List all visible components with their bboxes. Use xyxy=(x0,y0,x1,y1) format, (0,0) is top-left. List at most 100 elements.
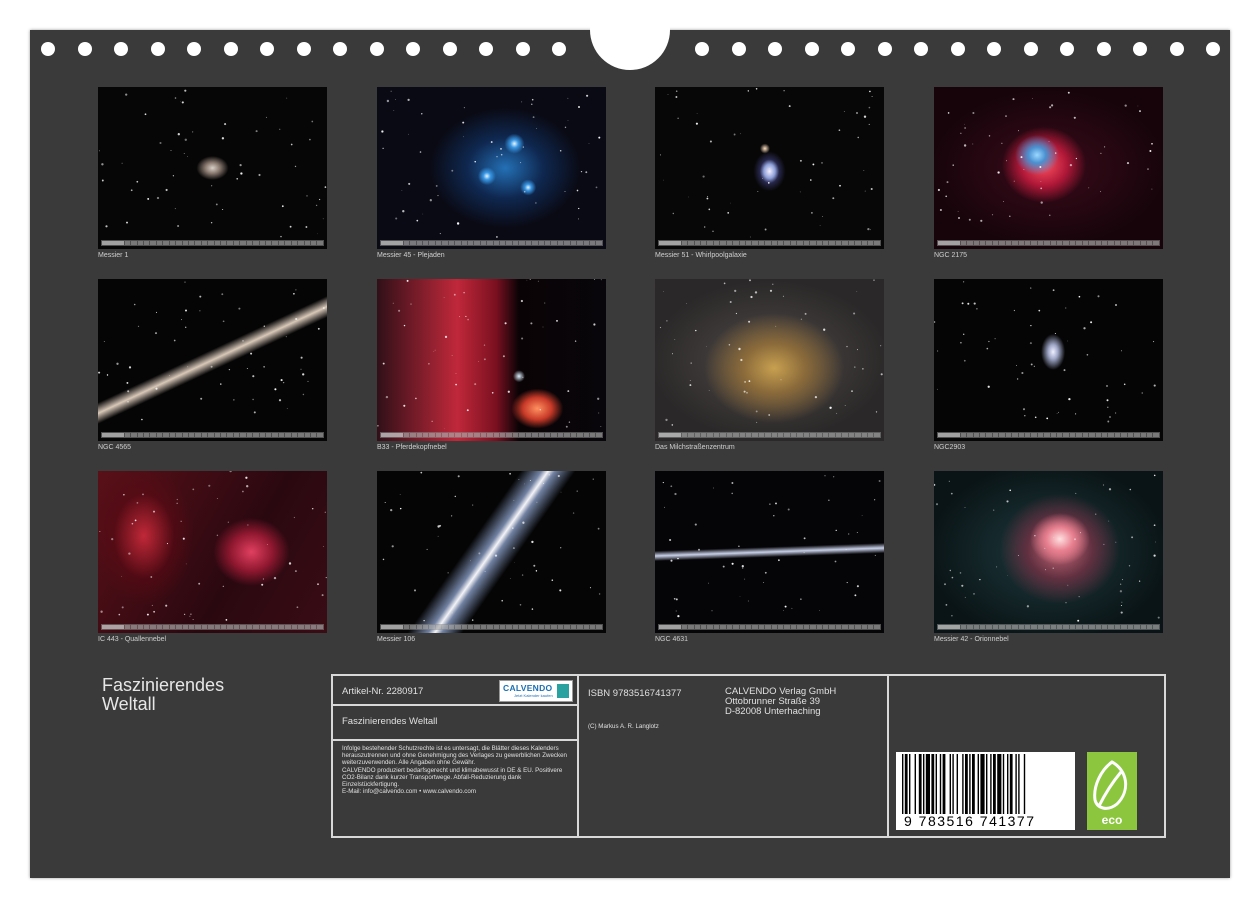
binding-hole xyxy=(114,42,128,56)
legal-text: Infolge bestehender Schutzrechte ist es … xyxy=(342,745,567,767)
photo-caption: Messier 51 - Whirlpoolgalaxie xyxy=(655,252,747,259)
binding-hole xyxy=(479,42,493,56)
calvendo-logo: CALVENDO Jetzt Kalender kaufen xyxy=(499,680,573,702)
barcode-bars xyxy=(902,754,1026,814)
binding-hole xyxy=(1023,42,1038,56)
mini-calendar-strip xyxy=(101,432,324,438)
binding-hole xyxy=(515,42,530,56)
publisher-info-box: Artikel-Nr. 2280917 CALVENDO Jetzt Kalen… xyxy=(331,674,1166,838)
calendar-title-line1: Faszinierendes xyxy=(102,675,225,695)
photo-caption: IC 443 - Quallennebel xyxy=(98,636,167,643)
photo-tile: NGC2903 xyxy=(934,279,1163,451)
legal-notice: Infolge bestehender Schutzrechte ist es … xyxy=(342,745,576,795)
leaf-icon xyxy=(1093,760,1128,810)
mini-calendar-strip xyxy=(937,240,1160,246)
calendar-back-page: Messier 1 Messier 45 - Plejaden Messier 51… xyxy=(30,0,1230,878)
photo-tile: NGC 2175 xyxy=(934,87,1163,259)
photo-caption: NGC 2175 xyxy=(934,252,968,259)
binding-hole xyxy=(1206,42,1220,56)
mini-calendar-strip xyxy=(658,432,881,438)
photo-tile: Messier 45 - Plejaden xyxy=(377,87,606,259)
star-field xyxy=(659,88,873,238)
photo-caption: Das Milchstraßenzentrum xyxy=(655,444,735,451)
binding-hole xyxy=(406,42,420,56)
divider xyxy=(887,676,889,836)
binding-hole xyxy=(260,42,274,56)
photo-caption: Messier 45 - Plejaden xyxy=(377,252,445,259)
binding-hole xyxy=(552,42,566,56)
photo-tile: Messier 1 xyxy=(98,87,327,259)
binding-hole xyxy=(877,42,892,56)
binding-hole xyxy=(987,42,1001,56)
isbn-barcode: 9 783516 741377 xyxy=(896,752,1075,830)
legal-text-2: CALVENDO produziert bedarfsgerecht und k… xyxy=(342,766,563,789)
binding-hole xyxy=(1169,42,1184,56)
binding-hole xyxy=(1060,42,1074,56)
binding-hole xyxy=(442,42,457,56)
month-photo-whirlpool-galaxy xyxy=(655,87,884,249)
isbn: ISBN 9783516741377 xyxy=(588,688,682,699)
star-field xyxy=(934,474,1160,622)
calvendo-logo-mark-icon xyxy=(557,684,569,698)
star-field xyxy=(934,281,1156,423)
publisher-city: D-82008 Unterhaching xyxy=(725,706,821,717)
mini-calendar-strip xyxy=(101,624,324,630)
photo-tile: Das Milchstraßenzentrum xyxy=(655,279,884,451)
binding-hole xyxy=(296,42,311,56)
photo-tile: IC 443 - Quallennebel xyxy=(98,471,327,643)
month-photo-whale-galaxy xyxy=(655,471,884,633)
calvendo-logo-subtext: Jetzt Kalender kaufen xyxy=(514,693,553,698)
divider xyxy=(333,704,577,706)
eco-badge: eco xyxy=(1087,752,1137,830)
photo-tile: NGC 4631 xyxy=(655,471,884,643)
copyright: (C) Markus A. R. Langlotz xyxy=(588,723,659,730)
publisher-address: CALVENDO Verlag GmbH Ottobrunner Straße … xyxy=(725,687,836,717)
photo-tile: Messier 51 - Whirlpoolgalaxie xyxy=(655,87,884,259)
photo-caption: B33 - Pferdekopfnebel xyxy=(377,444,447,451)
month-photo-pleiades xyxy=(377,87,606,249)
month-photo-spiral-galaxy-tilted xyxy=(377,471,606,633)
binding-hole xyxy=(187,42,201,56)
star-field xyxy=(659,279,883,426)
photo-caption: Messier 1 xyxy=(98,252,129,259)
binding-hole xyxy=(1133,42,1147,56)
binding-hole xyxy=(950,42,965,56)
month-photo-edge-on-galaxy xyxy=(98,279,327,441)
binding-hole xyxy=(804,42,819,56)
binding-hole xyxy=(333,42,347,56)
binding-hole xyxy=(914,42,928,56)
star-field xyxy=(937,91,1153,222)
photo-caption: NGC2903 xyxy=(934,444,966,451)
binding-hole xyxy=(41,42,55,56)
binding-hole xyxy=(768,42,782,56)
mini-calendar-strip xyxy=(658,624,881,630)
star-field xyxy=(98,281,325,421)
month-photo-jellyfish-nebula xyxy=(98,471,327,633)
binding-hole xyxy=(77,42,92,56)
month-photo-orion-nebula xyxy=(934,471,1163,633)
photo-tile: Messier 106 xyxy=(377,471,606,643)
mini-calendar-strip xyxy=(658,240,881,246)
binding-hole xyxy=(731,42,746,56)
mini-calendar-strip xyxy=(380,624,603,630)
month-photo-spiral-galaxy xyxy=(934,279,1163,441)
binding-hole xyxy=(223,42,238,56)
star-field xyxy=(377,279,602,430)
mini-calendar-strip xyxy=(380,432,603,438)
photo-caption: Messier 106 xyxy=(377,636,416,643)
binding-hole xyxy=(695,42,709,56)
calvendo-logo-text: CALVENDO xyxy=(503,683,553,693)
month-photo-red-emission-nebula xyxy=(934,87,1163,249)
calendar-title: Faszinierendes Weltall xyxy=(102,676,302,714)
binding-hole xyxy=(841,42,855,56)
photo-tile: B33 - Pferdekopfnebel xyxy=(377,279,606,451)
mini-calendar-strip xyxy=(101,240,324,246)
month-photo-crab-nebula xyxy=(98,87,327,249)
mini-calendar-strip xyxy=(937,624,1160,630)
month-photo-milky-way-center xyxy=(655,279,884,441)
photo-caption: NGC 4631 xyxy=(655,636,689,643)
eco-label: eco xyxy=(1101,813,1123,827)
month-photo-horsehead-nebula xyxy=(377,279,606,441)
photo-caption: Messier 42 - Orionnebel xyxy=(934,636,1009,643)
binding-hole xyxy=(150,42,165,56)
